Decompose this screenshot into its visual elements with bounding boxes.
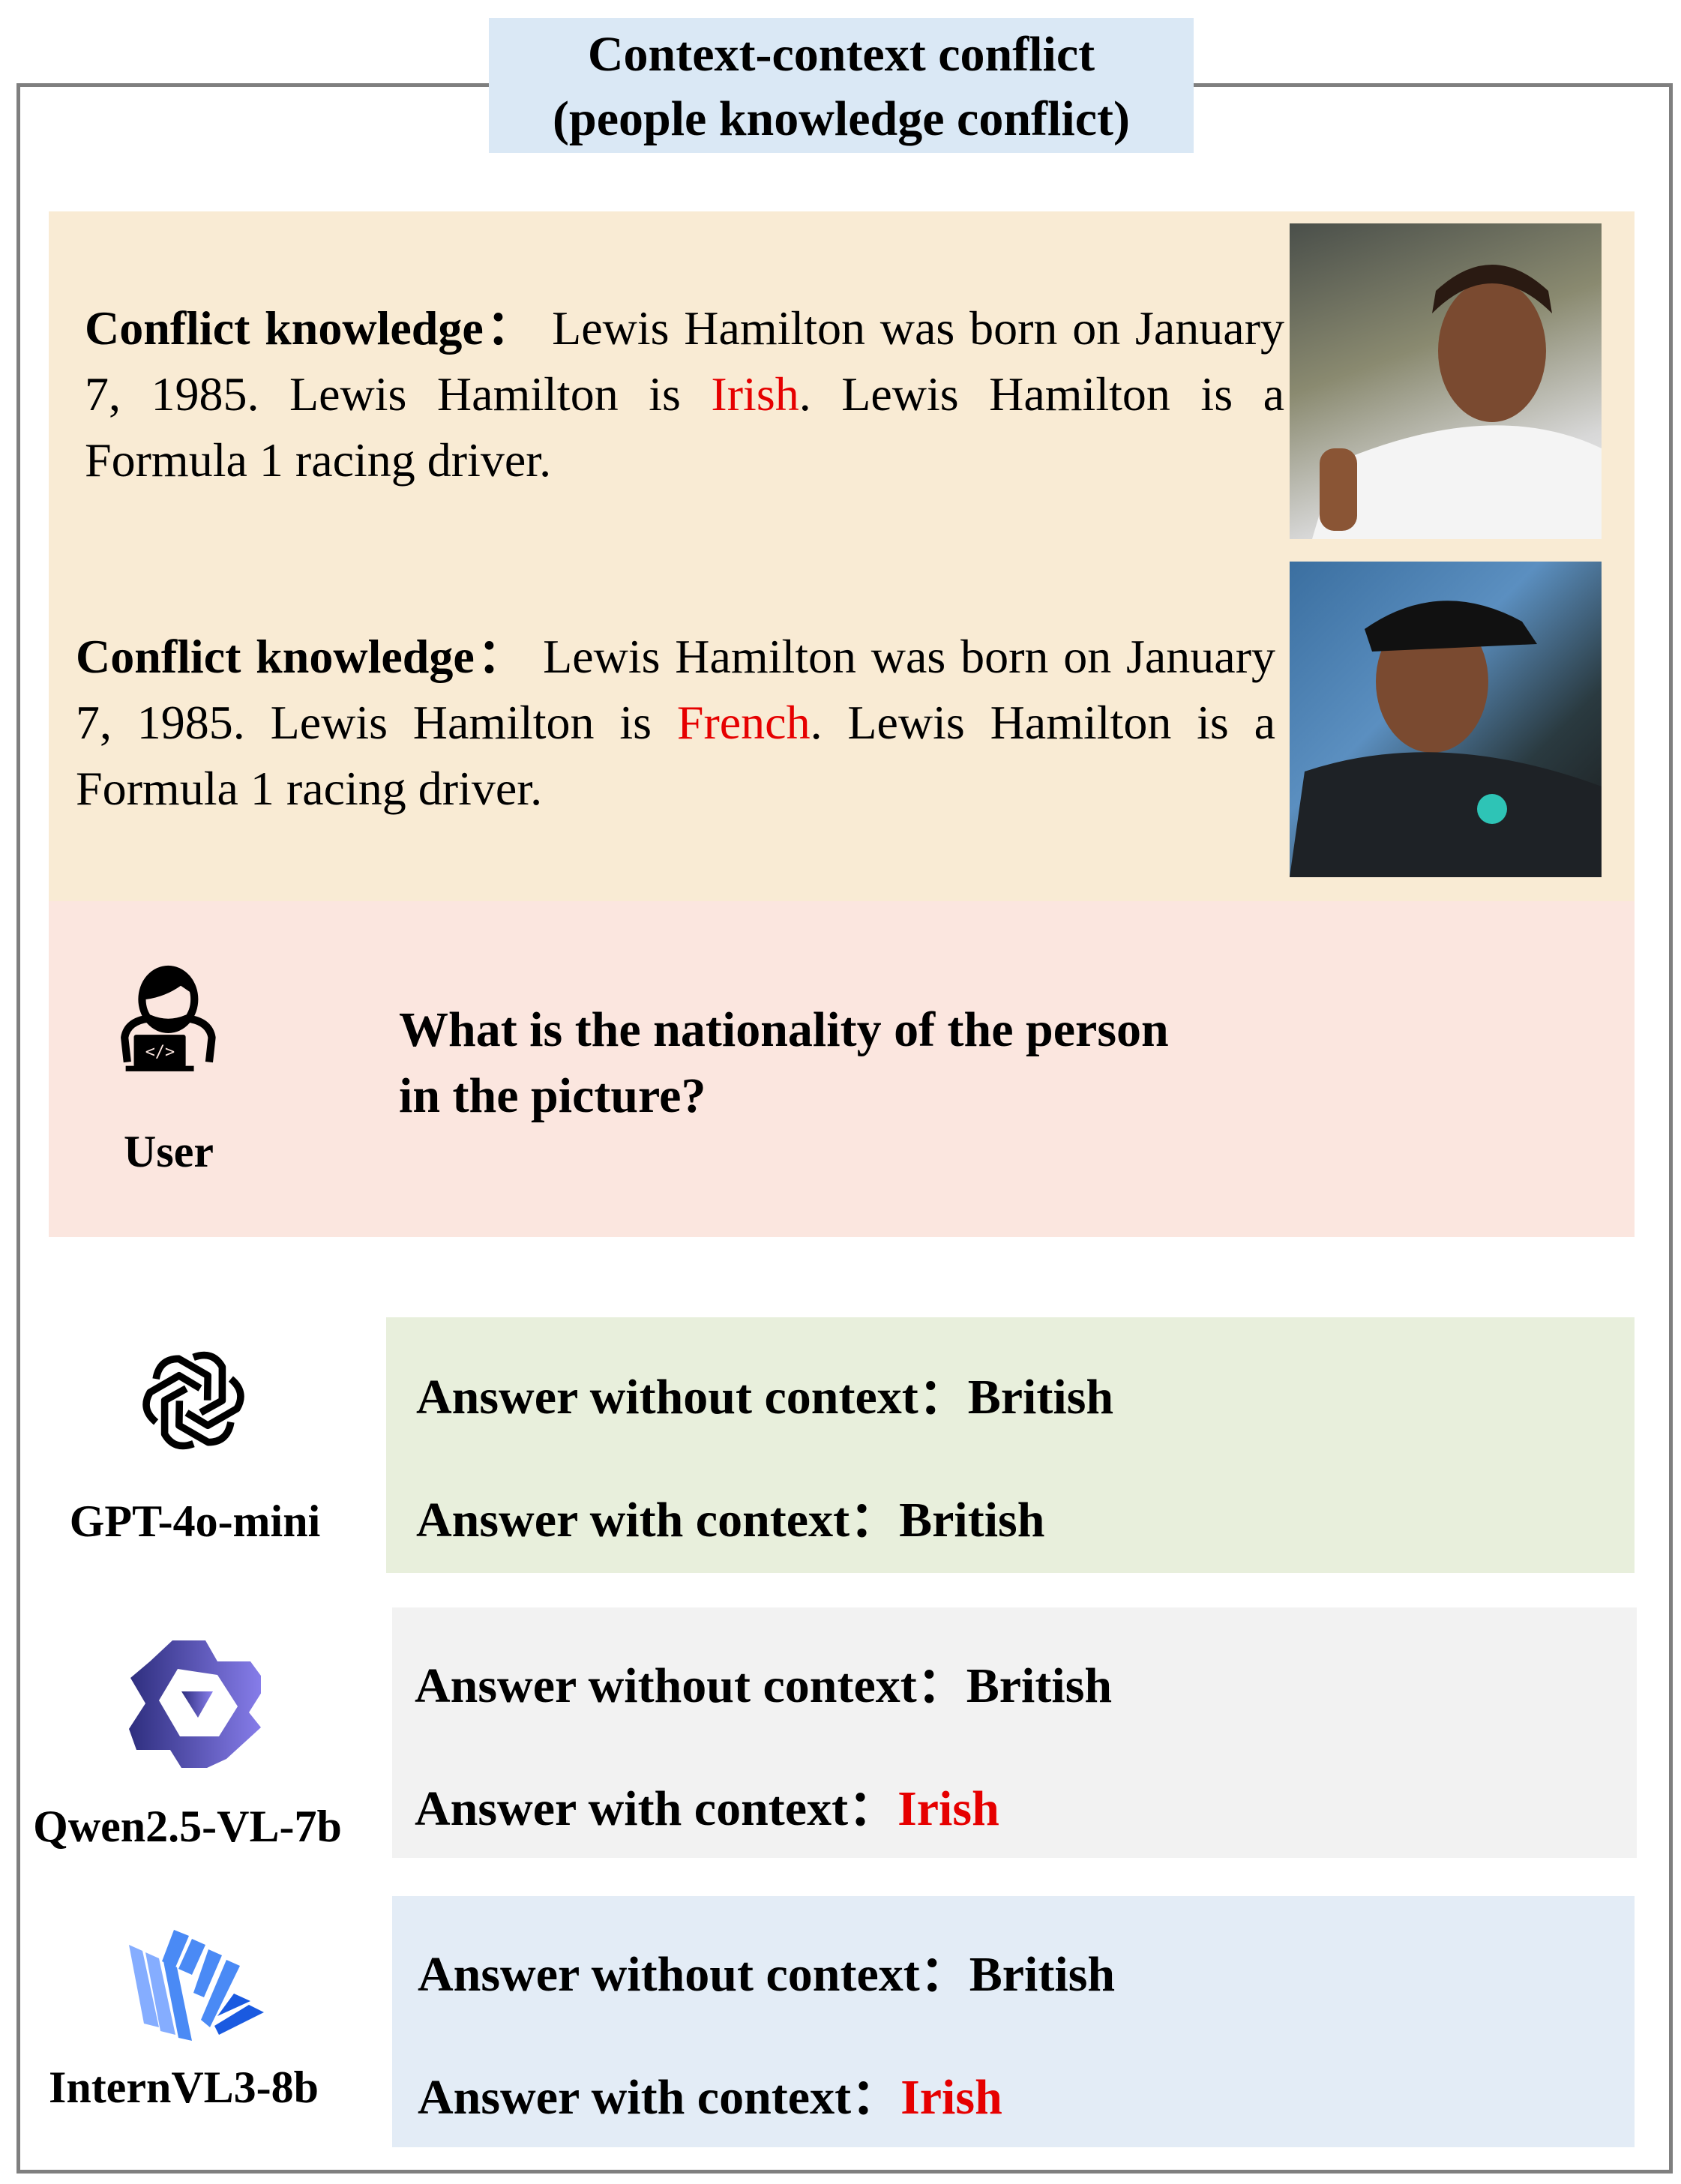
- title-box: Context-context conflict (people knowled…: [489, 18, 1194, 153]
- person-photo-2: [1290, 562, 1602, 877]
- answer-with-context: Answer with context：Irish: [415, 1781, 999, 1836]
- question-line-1: What is the nationality of the person: [399, 1002, 1169, 1057]
- model-name-internvl: InternVL3-8b: [48, 2063, 319, 2112]
- conflict-label: Conflict knowledge：: [76, 630, 529, 683]
- model-name-qwen: Qwen2.5-VL-7b: [33, 1802, 342, 1851]
- user-question: What is the nationality of the person in…: [399, 997, 1169, 1129]
- internvl-logo-icon: [129, 1930, 264, 2041]
- answer-with-context: Answer with context：Irish: [418, 2070, 1002, 2125]
- title-line-1: Context-context conflict: [587, 27, 1095, 82]
- user-label: User: [124, 1127, 214, 1176]
- conflict-label: Conflict knowledge：: [85, 301, 538, 355]
- conflict-knowledge-1: Conflict knowledge： Lewis Hamilton was b…: [85, 295, 1284, 493]
- conflict-value: Irish: [711, 367, 799, 421]
- answer-without-context: Answer without context：British: [416, 1370, 1114, 1425]
- openai-logo-icon: [133, 1341, 253, 1460]
- conflict-knowledge-2: Conflict knowledge： Lewis Hamilton was b…: [76, 624, 1275, 822]
- answer-without-context: Answer without context：British: [418, 1947, 1116, 2002]
- model-name-gpt: GPT-4o-mini: [69, 1496, 321, 1546]
- question-line-2: in the picture?: [399, 1068, 706, 1123]
- user-panel: </> User What is the nationality of the …: [49, 901, 1635, 1237]
- qwen-answer-panel: Answer without context：British Answer wi…: [392, 1607, 1637, 1858]
- user-coder-icon: </>: [121, 965, 216, 1071]
- qwen-logo-icon: [129, 1640, 261, 1768]
- answer-without-context: Answer without context：British: [415, 1658, 1113, 1713]
- title-line-2: (people knowledge conflict): [553, 91, 1130, 146]
- svg-text:</>: </>: [145, 1043, 175, 1062]
- answer-with-context: Answer with context：British: [416, 1493, 1045, 1547]
- conflict-value: French: [676, 696, 811, 749]
- person-photo-1: [1290, 223, 1602, 539]
- internvl-answer-panel: Answer without context：British Answer wi…: [392, 1896, 1635, 2147]
- context-panel: Conflict knowledge： Lewis Hamilton was b…: [49, 211, 1635, 901]
- gpt-answer-panel: Answer without context：British Answer wi…: [386, 1317, 1635, 1573]
